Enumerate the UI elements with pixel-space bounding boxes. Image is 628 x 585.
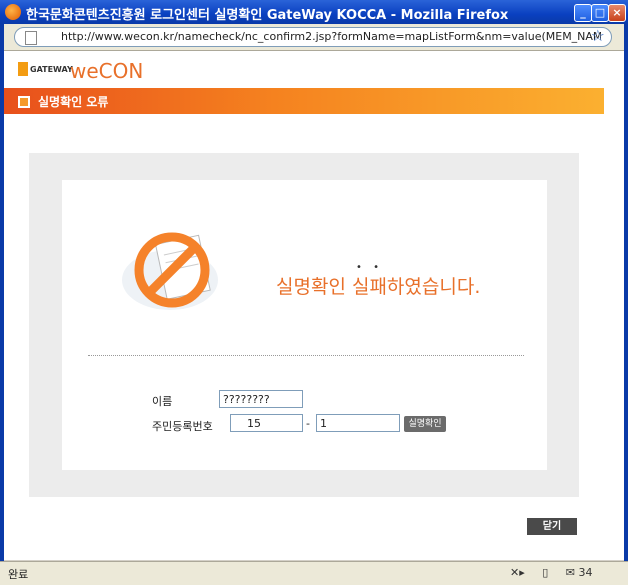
url-text: http://www.wecon.kr/namecheck/nc_confirm… — [61, 30, 601, 43]
close-window-button[interactable]: × — [608, 4, 626, 22]
minimize-button[interactable]: _ — [574, 4, 592, 22]
rrn-back-field[interactable]: 1 — [316, 414, 400, 432]
close-button[interactable]: 닫기 — [527, 518, 577, 535]
status-text: 완료 — [8, 568, 29, 581]
address-bar: http://www.wecon.kr/namecheck/nc_confirm… — [0, 24, 628, 51]
rrn-dash: - — [306, 417, 310, 430]
tools-icon[interactable]: ✕▸ — [510, 566, 525, 579]
page-icon — [25, 31, 37, 45]
status-bar: 완료 ✕▸ ▯ ✉ 34 — [0, 561, 628, 585]
header-bar: 실명확인 오류 — [4, 88, 604, 114]
result-card: • • 실명확인 실패하였습니다. 이름 ???????? 주민등록번호 15 … — [62, 180, 547, 470]
gateway-logo-text: GATEWAY — [18, 62, 76, 79]
confirm-name-button[interactable]: 실명확인 — [404, 416, 446, 432]
title-bar: 한국문화콘텐츠진흥원 로그인센터 실명확인 GateWay KOCCA - Mo… — [0, 0, 628, 24]
failure-message: 실명확인 실패하였습니다. — [276, 276, 481, 298]
mail-icon[interactable]: ✉ — [566, 566, 575, 579]
rrn-front-field[interactable]: 15 — [230, 414, 303, 432]
wecon-logo-text: weCON — [70, 59, 143, 83]
firefox-icon — [5, 4, 21, 20]
wecon-text: weCON — [70, 59, 144, 83]
phone-icon[interactable]: ▯ — [542, 566, 548, 579]
page-content: GATEWAY weCON 실명확인 오류 • • 실명확인 실패하였습니다. — [4, 51, 624, 560]
window-title: 한국문화콘텐츠진흥원 로그인센터 실명확인 GateWay KOCCA - Mo… — [26, 8, 509, 23]
result-panel: • • 실명확인 실패하였습니다. 이름 ???????? 주민등록번호 15 … — [29, 153, 579, 497]
rrn-label: 주민등록번호 — [152, 420, 213, 433]
divider — [88, 355, 524, 356]
bookmark-star-icon[interactable]: ☆ — [591, 26, 605, 45]
window-frame-right — [624, 24, 628, 561]
status-icons: ✕▸ ▯ ✉ 34 — [510, 566, 593, 579]
header-bullet-icon — [18, 96, 30, 108]
page-title: 실명확인 오류 — [38, 95, 109, 109]
name-field[interactable]: ???????? — [219, 390, 303, 408]
url-field[interactable]: http://www.wecon.kr/namecheck/nc_confirm… — [14, 26, 612, 47]
name-label: 이름 — [152, 395, 173, 408]
prohibited-sign-icon — [122, 232, 218, 310]
mail-count: 34 — [578, 566, 593, 579]
maximize-button[interactable]: □ — [591, 4, 609, 22]
